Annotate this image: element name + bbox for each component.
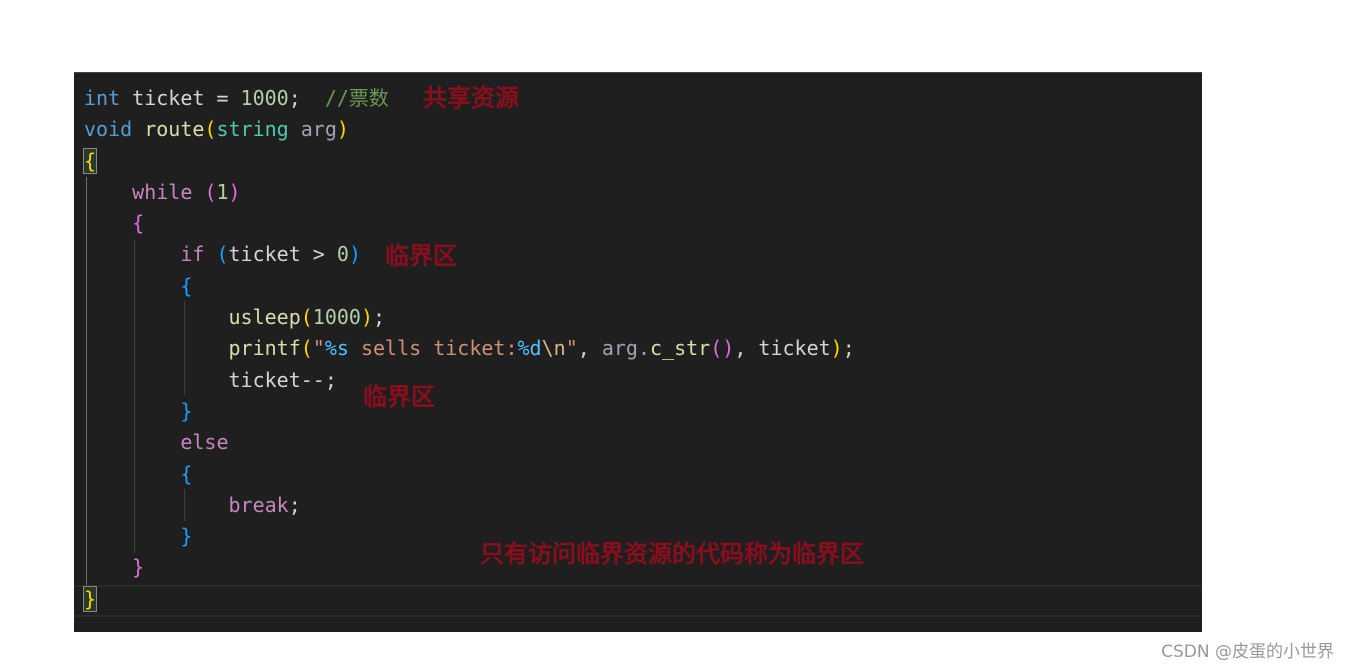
token-number: 1 <box>216 179 229 204</box>
code-line-3: { <box>82 146 855 177</box>
token-type: string <box>216 117 289 142</box>
token-comment: //票数 <box>324 86 389 110</box>
token-text: ; <box>373 305 386 330</box>
annotation-critical-section: 临界区 <box>385 242 457 270</box>
token-bracket: ) <box>830 336 843 361</box>
token-bracket: } <box>180 524 193 549</box>
token-keyword: else <box>180 430 229 455</box>
token-bracket: ( <box>204 179 217 204</box>
token-bracket: ) <box>348 242 361 267</box>
annotation-explanation: 只有访问临界资源的代码称为临界区 <box>480 540 864 568</box>
token-function: c_str <box>650 336 711 361</box>
code-block: int ticket = 1000; //票数 void route(strin… <box>82 83 855 615</box>
token-text: ticket = <box>120 86 241 110</box>
token-keyword: void <box>84 117 133 142</box>
token-format: %s <box>324 336 349 361</box>
token-keyword: while <box>132 179 193 204</box>
code-line-5: { <box>84 208 855 239</box>
token-variable: ticket <box>758 336 831 361</box>
code-line-8: usleep(1000); <box>84 302 855 333</box>
token-text: ; <box>842 336 855 361</box>
token-bracket: { <box>132 211 145 236</box>
token-text: , <box>734 336 759 361</box>
token-bracket: ) <box>360 305 374 330</box>
token-keyword: break <box>228 492 289 517</box>
matched-bracket: { <box>82 147 98 174</box>
token-bracket: { <box>180 461 193 486</box>
token-format: %d <box>517 336 542 361</box>
token-text: ticket--; <box>228 367 337 392</box>
token-number: 0 <box>336 242 349 267</box>
code-line-2: void route(string arg) <box>84 114 855 145</box>
token-function: route <box>132 117 205 142</box>
code-line-6: if (ticket > 0) <box>84 239 855 270</box>
token-bracket: ( <box>710 336 723 361</box>
token-bracket: ) <box>722 336 735 361</box>
token-bracket: ( <box>300 305 313 330</box>
annotation-critical-section: 临界区 <box>363 383 435 411</box>
token-text: ticket > <box>228 242 337 267</box>
token-bracket: ( <box>300 336 313 361</box>
matched-bracket: } <box>82 585 98 612</box>
token-string: sells ticket: <box>348 336 518 361</box>
token-param: arg. <box>601 336 651 361</box>
code-line-12: else <box>84 427 855 458</box>
code-line-9: printf("%s sells ticket:%d\n", arg.c_str… <box>84 333 855 364</box>
token-string: " <box>312 336 325 361</box>
code-line-13: { <box>84 459 855 490</box>
token-keyword: int <box>84 86 121 110</box>
token-text: ; <box>288 86 325 110</box>
token-keyword: if <box>180 242 205 267</box>
token-text: , <box>577 336 602 361</box>
code-line-14: break; <box>84 490 855 521</box>
token-number: 1000 <box>312 305 361 330</box>
code-line-17: } <box>82 584 855 615</box>
token-escape: \n <box>541 336 566 361</box>
token-bracket: ) <box>228 179 241 204</box>
token-string: " <box>565 336 578 361</box>
watermark: CSDN @皮蛋的小世界 <box>1161 642 1334 662</box>
annotation-shared-resource: 共享资源 <box>423 84 519 112</box>
code-line-7: { <box>84 271 855 302</box>
token-param: arg <box>288 117 337 142</box>
token-function: usleep <box>228 305 301 330</box>
code-editor: int ticket = 1000; //票数 void route(strin… <box>74 72 1202 632</box>
token-bracket: } <box>180 398 193 423</box>
token-number: 1000 <box>240 86 289 110</box>
code-line-4: while (1) <box>84 177 855 208</box>
token-bracket: ) <box>336 117 349 142</box>
token-function: printf <box>228 336 301 361</box>
code-line-10: ticket--; <box>84 365 855 396</box>
token-bracket: ( <box>216 242 229 267</box>
token-bracket: ( <box>204 117 217 142</box>
token-bracket: } <box>132 555 145 580</box>
token-bracket: { <box>180 273 193 298</box>
code-line-11: } <box>84 396 855 427</box>
token-text: ; <box>288 492 301 517</box>
